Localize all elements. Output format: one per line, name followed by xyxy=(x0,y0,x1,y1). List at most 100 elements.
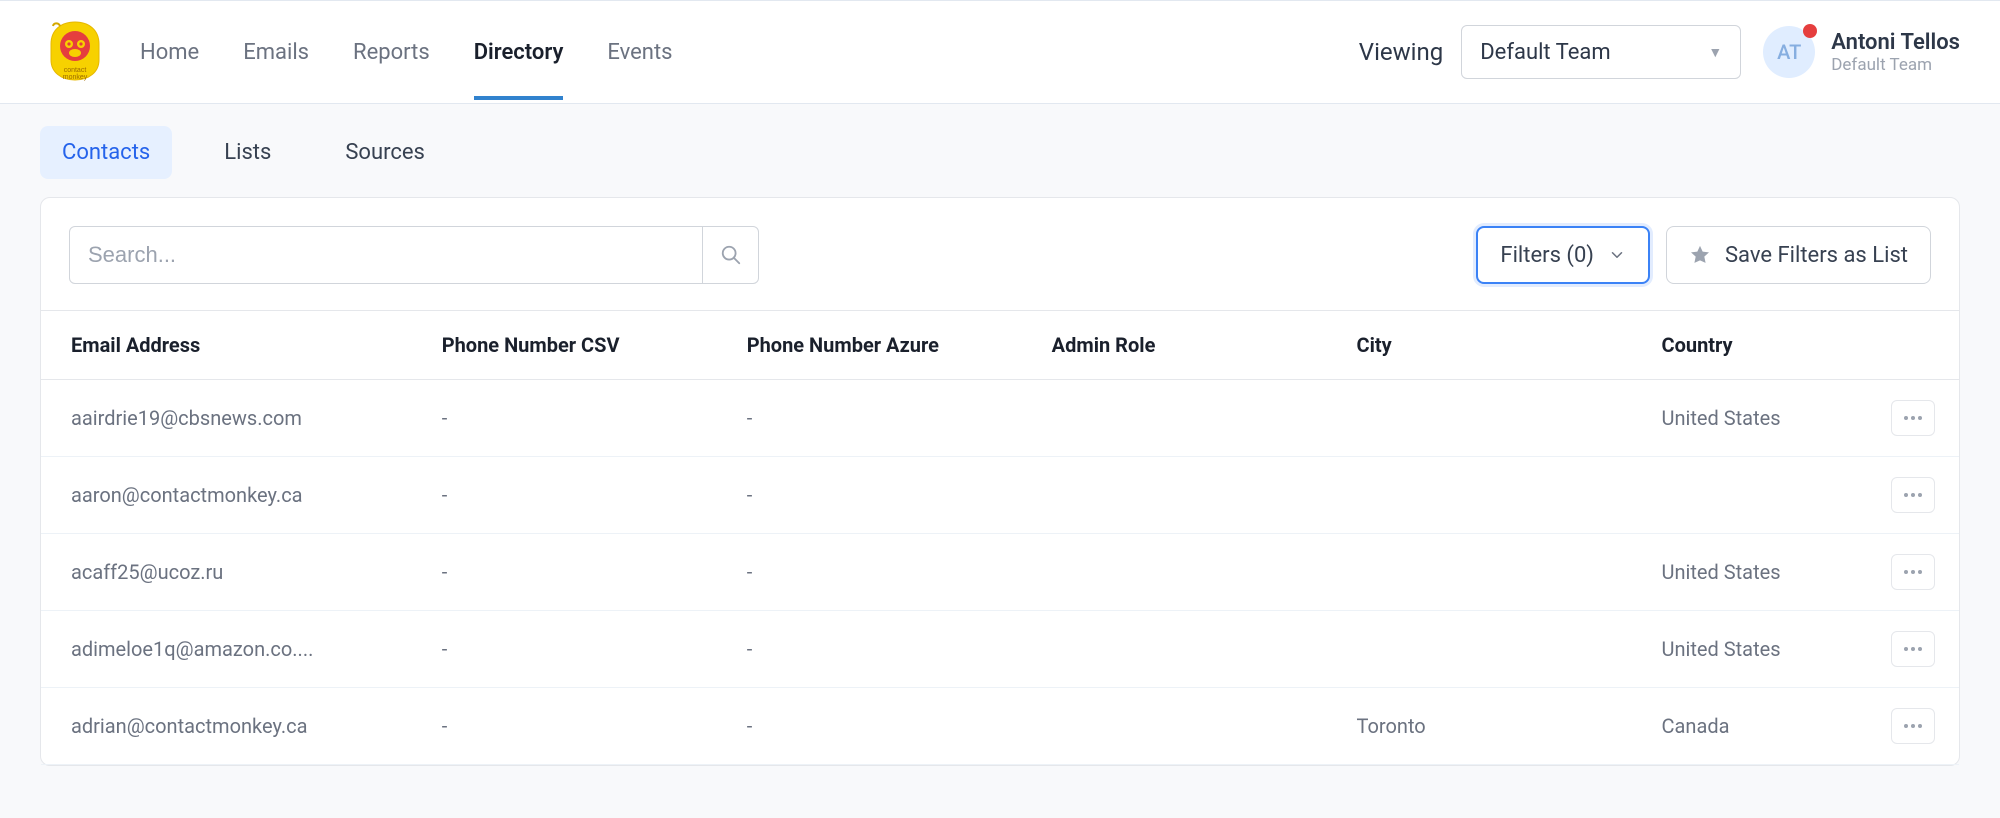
nav-item-directory[interactable]: Directory xyxy=(474,1,564,103)
cell-phone-azure: - xyxy=(729,380,1034,457)
cell-admin-role xyxy=(1034,380,1339,457)
user-name: Antoni Tellos xyxy=(1831,30,1960,55)
cell-email: acaff25@ucoz.ru xyxy=(41,534,424,611)
notification-dot-icon xyxy=(1803,24,1817,38)
cell-admin-role xyxy=(1034,534,1339,611)
subtab-sources[interactable]: Sources xyxy=(323,126,447,179)
cell-email: adrian@contactmonkey.ca xyxy=(41,688,424,765)
table-row[interactable]: aairdrie19@cbsnews.com--United States xyxy=(41,380,1959,457)
filters-button-label: Filters (0) xyxy=(1500,243,1594,268)
caret-down-icon: ▼ xyxy=(1708,44,1722,61)
cell-city xyxy=(1339,457,1644,534)
cell-phone-azure: - xyxy=(729,534,1034,611)
filter-row: Filters (0) Save Filters as List xyxy=(41,198,1959,310)
cell-phone-azure: - xyxy=(729,611,1034,688)
cell-country xyxy=(1644,457,1874,534)
table-row[interactable]: adimeloe1q@amazon.co....--United States xyxy=(41,611,1959,688)
team-select[interactable]: Default Team ▼ xyxy=(1461,25,1741,79)
search-button[interactable] xyxy=(702,227,758,283)
subtab-lists[interactable]: Lists xyxy=(202,126,293,179)
cell-city xyxy=(1339,380,1644,457)
table-row[interactable]: adrian@contactmonkey.ca--TorontoCanada xyxy=(41,688,1959,765)
cell-country: United States xyxy=(1644,534,1874,611)
filters-button[interactable]: Filters (0) xyxy=(1476,226,1650,284)
nav-item-home[interactable]: Home xyxy=(140,1,199,103)
nav-label: Emails xyxy=(243,40,309,65)
row-actions-button[interactable] xyxy=(1891,400,1935,436)
avatar[interactable]: AT xyxy=(1763,26,1815,78)
cell-actions xyxy=(1873,611,1959,688)
table-row[interactable]: acaff25@ucoz.ru--United States xyxy=(41,534,1959,611)
subtabs: Contacts Lists Sources xyxy=(0,104,2000,197)
cell-phone-csv: - xyxy=(424,534,729,611)
cell-actions xyxy=(1873,534,1959,611)
save-filters-label: Save Filters as List xyxy=(1725,243,1908,268)
nav-item-reports[interactable]: Reports xyxy=(353,1,430,103)
svg-text:monkey: monkey xyxy=(63,74,88,81)
cell-actions xyxy=(1873,457,1959,534)
subtab-label: Sources xyxy=(345,140,425,165)
cell-email: aaron@contactmonkey.ca xyxy=(41,457,424,534)
cell-country: United States xyxy=(1644,380,1874,457)
more-horizontal-icon xyxy=(1903,415,1923,421)
cell-phone-csv: - xyxy=(424,457,729,534)
search-icon xyxy=(720,244,742,266)
nav-label: Home xyxy=(140,40,199,65)
subtab-label: Contacts xyxy=(62,140,150,165)
col-header-phone-csv[interactable]: Phone Number CSV xyxy=(424,311,729,380)
row-actions-button[interactable] xyxy=(1891,631,1935,667)
nav-label: Reports xyxy=(353,40,430,65)
col-header-phone-azure[interactable]: Phone Number Azure xyxy=(729,311,1034,380)
more-horizontal-icon xyxy=(1903,646,1923,652)
cell-email: aairdrie19@cbsnews.com xyxy=(41,380,424,457)
cell-city xyxy=(1339,611,1644,688)
row-actions-button[interactable] xyxy=(1891,477,1935,513)
table-row[interactable]: aaron@contactmonkey.ca-- xyxy=(41,457,1959,534)
cell-email: adimeloe1q@amazon.co.... xyxy=(41,611,424,688)
topbar: contact monkey Home Emails Reports Direc… xyxy=(0,0,2000,104)
cell-phone-azure: - xyxy=(729,688,1034,765)
subtab-contacts[interactable]: Contacts xyxy=(40,126,172,179)
star-icon xyxy=(1689,244,1711,266)
team-select-value: Default Team xyxy=(1480,40,1610,65)
contacts-panel: Filters (0) Save Filters as List Email A… xyxy=(40,197,1960,766)
col-header-city[interactable]: City xyxy=(1339,311,1644,380)
more-horizontal-icon xyxy=(1903,569,1923,575)
col-header-admin-role[interactable]: Admin Role xyxy=(1034,311,1339,380)
row-actions-button[interactable] xyxy=(1891,554,1935,590)
search-input-group xyxy=(69,226,759,284)
table-header-row: Email Address Phone Number CSV Phone Num… xyxy=(41,311,1959,380)
row-actions-button[interactable] xyxy=(1891,708,1935,744)
main-nav: Home Emails Reports Directory Events xyxy=(140,1,673,103)
col-header-country[interactable]: Country xyxy=(1644,311,1874,380)
save-filters-button[interactable]: Save Filters as List xyxy=(1666,226,1931,284)
cell-phone-csv: - xyxy=(424,611,729,688)
col-header-email[interactable]: Email Address xyxy=(41,311,424,380)
cell-phone-csv: - xyxy=(424,380,729,457)
cell-actions xyxy=(1873,688,1959,765)
cell-country: Canada xyxy=(1644,688,1874,765)
app-logo[interactable]: contact monkey xyxy=(40,17,110,87)
nav-item-events[interactable]: Events xyxy=(607,1,672,103)
contacts-table: Email Address Phone Number CSV Phone Num… xyxy=(41,310,1959,765)
cell-city xyxy=(1339,534,1644,611)
viewing-label: Viewing xyxy=(1359,38,1443,66)
user-team: Default Team xyxy=(1831,55,1960,75)
search-input[interactable] xyxy=(70,242,702,268)
cell-admin-role xyxy=(1034,688,1339,765)
subtab-label: Lists xyxy=(224,140,271,165)
nav-label: Events xyxy=(607,40,672,65)
more-horizontal-icon xyxy=(1903,723,1923,729)
cell-actions xyxy=(1873,380,1959,457)
user-block[interactable]: Antoni Tellos Default Team xyxy=(1831,30,1960,75)
cell-city: Toronto xyxy=(1339,688,1644,765)
svg-text:contact: contact xyxy=(64,67,87,74)
nav-item-emails[interactable]: Emails xyxy=(243,1,309,103)
cell-admin-role xyxy=(1034,457,1339,534)
more-horizontal-icon xyxy=(1903,492,1923,498)
cell-country: United States xyxy=(1644,611,1874,688)
chevron-down-icon xyxy=(1608,246,1626,264)
nav-label: Directory xyxy=(474,40,564,65)
cell-admin-role xyxy=(1034,611,1339,688)
cell-phone-csv: - xyxy=(424,688,729,765)
